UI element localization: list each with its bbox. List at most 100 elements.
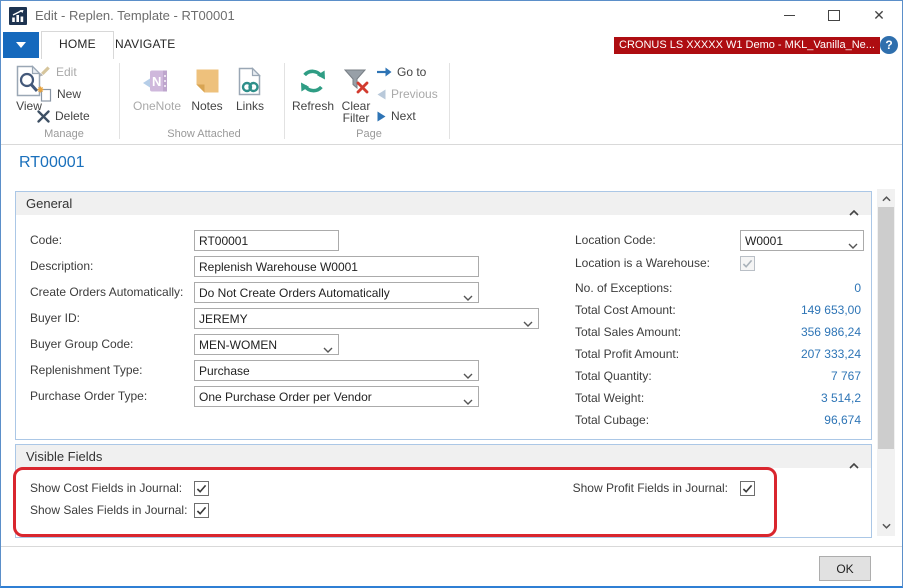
scroll-down-button[interactable]	[877, 518, 895, 534]
location-code-value: W0001	[745, 234, 783, 248]
vertical-scrollbar[interactable]	[877, 189, 895, 536]
checkmark-icon	[196, 484, 207, 494]
new-page-icon	[37, 86, 52, 102]
clear-filter-icon	[343, 62, 369, 100]
location-warehouse-label: Location is a Warehouse:	[575, 253, 710, 274]
total-profit-value[interactable]: 207 333,24	[706, 344, 861, 364]
app-window: Edit - Replen. Template - RT00001 ✕ HOME…	[0, 0, 903, 588]
create-orders-select[interactable]: Do Not Create Orders Automatically	[194, 282, 479, 303]
buyer-id-select[interactable]: JEREMY	[194, 308, 539, 329]
previous-button[interactable]: Previous	[375, 84, 440, 104]
total-weight-value[interactable]: 3 514,2	[706, 388, 861, 408]
application-menu-button[interactable]	[3, 32, 39, 58]
replenishment-type-label: Replenishment Type:	[30, 360, 143, 381]
goto-button[interactable]: Go to	[375, 62, 428, 82]
general-section: General Code: Description: Create Orders…	[15, 191, 872, 440]
close-button[interactable]: ✕	[862, 1, 896, 29]
create-orders-label: Create Orders Automatically:	[30, 282, 183, 303]
app-logo-icon	[9, 7, 27, 25]
ribbon-tab-row: HOME NAVIGATE CRONUS LS XXXXX W1 Demo - …	[1, 31, 902, 59]
location-code-label: Location Code:	[575, 230, 656, 251]
total-sales-label: Total Sales Amount:	[575, 322, 681, 343]
total-quantity-value[interactable]: 7 767	[706, 366, 861, 386]
exceptions-value[interactable]: 0	[706, 278, 861, 298]
show-cost-fields-checkbox[interactable]	[194, 481, 209, 496]
help-button[interactable]: ?	[880, 36, 898, 54]
group-label-manage: Manage	[9, 127, 119, 141]
code-input[interactable]	[194, 230, 339, 251]
collapse-chevron-icon[interactable]	[849, 200, 859, 223]
general-section-title: General	[26, 196, 72, 211]
links-label: Links	[236, 100, 264, 112]
ribbon-separator	[284, 63, 285, 139]
goto-arrow-icon	[377, 67, 392, 77]
buyer-id-label: Buyer ID:	[30, 308, 80, 329]
description-input[interactable]	[194, 256, 479, 277]
buyer-id-value: JEREMY	[199, 312, 248, 326]
goto-label: Go to	[397, 65, 426, 79]
ribbon-separator	[449, 63, 450, 139]
collapse-chevron-icon[interactable]	[849, 453, 859, 476]
total-profit-label: Total Profit Amount:	[575, 344, 679, 365]
general-section-header[interactable]: General	[16, 192, 871, 215]
next-arrow-icon	[377, 111, 386, 122]
next-button[interactable]: Next	[375, 106, 418, 126]
clear-filter-button[interactable]: Clear Filter	[338, 62, 374, 124]
show-cost-fields-label: Show Cost Fields in Journal:	[30, 478, 182, 499]
location-code-select[interactable]: W0001	[740, 230, 864, 251]
edit-button[interactable]: Edit	[35, 62, 79, 82]
refresh-button[interactable]: Refresh	[290, 62, 336, 112]
buyer-group-select[interactable]: MEN-WOMEN	[194, 334, 339, 355]
group-label-page: Page	[290, 127, 448, 141]
ribbon-separator	[119, 63, 120, 139]
purchase-order-type-select[interactable]: One Purchase Order per Vendor	[194, 386, 479, 407]
show-profit-fields-checkbox[interactable]	[740, 481, 755, 496]
purchase-order-type-label: Purchase Order Type:	[30, 386, 147, 407]
create-orders-value: Do Not Create Orders Automatically	[199, 286, 390, 300]
scroll-up-button[interactable]	[877, 191, 895, 207]
checkmark-icon	[742, 484, 753, 494]
pencil-icon	[37, 65, 51, 79]
total-cost-value[interactable]: 149 653,00	[706, 300, 861, 320]
total-sales-value[interactable]: 356 986,24	[706, 322, 861, 342]
previous-label: Previous	[391, 87, 438, 101]
onenote-button[interactable]: N OneNote	[129, 62, 185, 112]
chevron-down-icon	[463, 394, 473, 408]
visible-fields-section-header[interactable]: Visible Fields	[16, 445, 871, 468]
notes-icon	[195, 62, 220, 100]
onenote-label: OneNote	[133, 100, 181, 112]
minimize-button[interactable]	[772, 1, 806, 29]
total-quantity-label: Total Quantity:	[575, 366, 652, 387]
tab-navigate[interactable]: NAVIGATE	[98, 31, 193, 58]
close-icon: ✕	[873, 8, 885, 22]
location-warehouse-checkbox	[740, 256, 755, 271]
show-sales-fields-checkbox[interactable]	[194, 503, 209, 518]
maximize-icon	[828, 10, 840, 21]
chevron-down-icon	[16, 42, 26, 48]
chevron-down-icon	[323, 342, 333, 356]
minimize-icon	[784, 15, 795, 16]
chevron-down-icon	[848, 238, 858, 252]
total-cubage-value[interactable]: 96,674	[706, 410, 861, 430]
exceptions-label: No. of Exceptions:	[575, 278, 672, 299]
page-title: RT00001	[19, 154, 85, 172]
chevron-down-icon	[523, 316, 533, 330]
checkmark-icon	[196, 506, 207, 516]
footer-bar: OK	[1, 546, 902, 587]
buyer-group-label: Buyer Group Code:	[30, 334, 133, 355]
delete-button[interactable]: Delete	[35, 106, 92, 126]
chevron-down-icon	[463, 368, 473, 382]
new-button[interactable]: New	[35, 84, 83, 104]
svg-text:N: N	[152, 74, 161, 89]
total-cost-label: Total Cost Amount:	[575, 300, 676, 321]
maximize-button[interactable]	[817, 1, 851, 29]
replenishment-type-select[interactable]: Purchase	[194, 360, 479, 381]
edit-label: Edit	[56, 65, 77, 79]
show-sales-fields-label: Show Sales Fields in Journal:	[30, 500, 187, 521]
description-label: Description:	[30, 256, 93, 277]
notes-button[interactable]: Notes	[187, 62, 227, 112]
ok-button[interactable]: OK	[819, 556, 871, 581]
links-button[interactable]: Links	[231, 62, 269, 112]
total-weight-label: Total Weight:	[575, 388, 644, 409]
scrollbar-thumb[interactable]	[878, 207, 894, 449]
